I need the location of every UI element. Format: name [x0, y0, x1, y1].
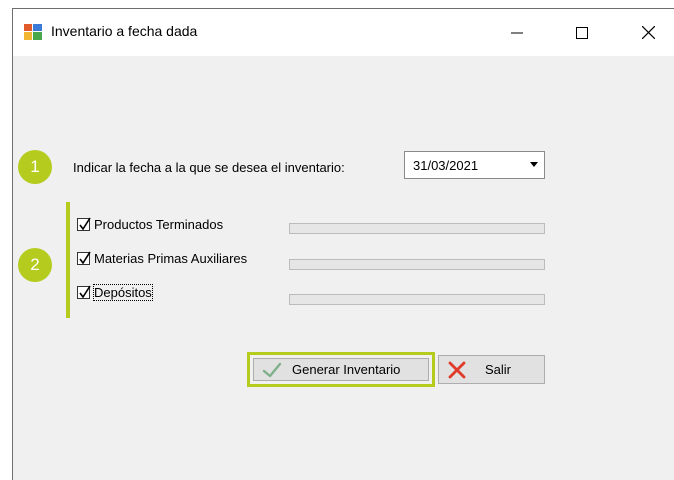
checkbox-depositos[interactable] [77, 285, 91, 299]
checkbox-materias-primas[interactable] [77, 251, 91, 265]
close-icon [448, 361, 466, 378]
checkbox-productos-terminados[interactable] [77, 217, 91, 231]
generar-label: Generar Inventario [292, 362, 401, 377]
date-picker[interactable]: 31/03/2021 [404, 151, 545, 179]
step-1-badge: 1 [18, 150, 52, 184]
title-bar[interactable]: Inventario a fecha dada [13, 9, 674, 56]
step-2-badge: 2 [18, 248, 52, 282]
generar-inventario-button[interactable]: Generar Inventario [253, 358, 429, 381]
minimize-button[interactable] [494, 9, 540, 56]
salir-label: Salir [485, 362, 512, 377]
option-depositos[interactable]: Depósitos [77, 284, 153, 301]
progress-depositos [289, 294, 545, 305]
dialog-window: Inventario a fecha dada 1 Indicar la fec… [12, 8, 674, 480]
checkmark-icon [79, 285, 91, 299]
close-button[interactable] [625, 9, 671, 56]
checkmark-icon [262, 362, 282, 377]
option-productos-terminados[interactable]: Productos Terminados [77, 217, 223, 232]
progress-productos-terminados [289, 223, 545, 234]
option-label: Productos Terminados [94, 217, 224, 232]
option-label: Materias Primas Auxiliares [94, 251, 248, 266]
maximize-button[interactable] [559, 9, 605, 56]
option-label: Depósitos [93, 284, 153, 301]
minimize-icon [511, 32, 523, 33]
option-materias-primas[interactable]: Materias Primas Auxiliares [77, 251, 247, 266]
window-title: Inventario a fecha dada [51, 23, 198, 39]
maximize-icon [576, 26, 588, 39]
group-indicator-bar [66, 202, 70, 318]
chevron-down-icon[interactable] [530, 162, 538, 167]
checkmark-icon [79, 251, 91, 265]
close-icon [641, 26, 655, 39]
app-icon [24, 24, 42, 40]
date-label: Indicar la fecha a la que se desea el in… [73, 160, 345, 175]
salir-button[interactable]: Salir [438, 355, 545, 384]
date-value: 31/03/2021 [413, 158, 479, 173]
progress-materias-primas [289, 259, 545, 270]
checkmark-icon [79, 217, 91, 231]
generar-button-highlight: Generar Inventario [247, 352, 435, 387]
